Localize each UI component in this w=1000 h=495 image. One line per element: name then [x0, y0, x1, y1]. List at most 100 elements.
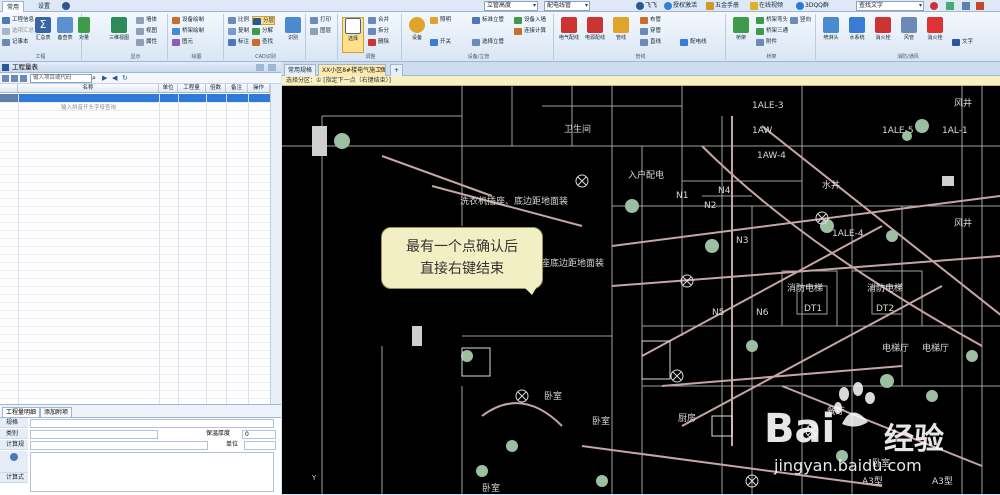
formula-field[interactable]	[30, 452, 274, 492]
table-row[interactable]	[0, 158, 270, 159]
table-row[interactable]	[0, 126, 270, 127]
arrow-right-icon[interactable]: ▶	[102, 74, 107, 82]
select-summary-button[interactable]: 选项汇总	[2, 27, 34, 36]
table-row[interactable]	[0, 150, 270, 151]
std-riser-button[interactable]: 标准立管	[472, 16, 504, 25]
panel-close-icon[interactable]	[268, 64, 276, 71]
col-quantity[interactable]: 工程量	[178, 84, 206, 93]
check-table-button[interactable]: 备查表	[54, 17, 76, 41]
table-row[interactable]	[0, 390, 270, 391]
table-row[interactable]	[0, 174, 270, 175]
print-button[interactable]: 打印	[310, 16, 331, 25]
table-row[interactable]	[0, 198, 270, 199]
table-row[interactable]	[0, 190, 270, 191]
table-row[interactable]	[0, 374, 270, 375]
table-row[interactable]	[0, 294, 270, 295]
accessory-button[interactable]: 附件	[756, 38, 777, 47]
table-row[interactable]	[0, 278, 270, 279]
sprinkler-button[interactable]: 喷淋头	[820, 17, 842, 41]
sort2-icon[interactable]	[11, 75, 18, 82]
copy-button[interactable]: 复制	[228, 27, 249, 36]
table-row[interactable]	[0, 382, 270, 383]
split-button[interactable]: 拆分	[368, 27, 389, 36]
height-combo[interactable]: 立管高度	[484, 1, 538, 11]
device-button[interactable]: 设备	[406, 17, 428, 41]
layer-button[interactable]: 图层	[310, 27, 331, 36]
select-button[interactable]: 选择	[342, 17, 364, 53]
tab-settings[interactable]: 设置	[34, 1, 54, 12]
power-wiring-button[interactable]: 电源配线	[584, 17, 606, 41]
explode-button[interactable]: 分解	[252, 27, 273, 36]
hardware-link[interactable]: 五金手册	[706, 1, 739, 11]
project-info-button[interactable]: 工程信息	[2, 16, 34, 25]
tab-add-item[interactable]: 添加附项	[40, 407, 73, 417]
hydrant-button[interactable]: 消火栓	[872, 17, 894, 41]
tray-draw-button[interactable]: 桥架绘制	[172, 27, 204, 36]
table-row[interactable]	[0, 398, 270, 399]
table-row[interactable]	[0, 342, 270, 343]
vertical-button[interactable]: 竖向	[790, 16, 811, 25]
table-row[interactable]	[0, 358, 270, 359]
summary-table-button[interactable]: Σ 汇总表	[32, 17, 54, 41]
straight-line-button[interactable]: 直线	[640, 38, 661, 47]
recognize-button[interactable]: 识别	[282, 17, 304, 41]
category-select[interactable]	[30, 430, 158, 439]
tab-drawing-file[interactable]: XX小区8#楼电气施工图	[318, 64, 386, 76]
user-link[interactable]: 飞飞	[636, 1, 657, 11]
arrow-left-icon[interactable]: ◀	[112, 74, 117, 82]
table-row[interactable]	[0, 318, 270, 319]
table-row[interactable]	[0, 118, 270, 119]
duct-button[interactable]: 风管	[898, 17, 920, 41]
pin-icon[interactable]	[256, 64, 264, 71]
selected-row[interactable]	[18, 94, 270, 102]
3d-view-button[interactable]: 三维视图	[108, 17, 130, 41]
table-row[interactable]	[0, 230, 270, 231]
minimize-icon[interactable]	[962, 2, 970, 10]
table-row[interactable]	[0, 262, 270, 263]
tray-tee-button[interactable]: 桥架三通	[756, 27, 788, 36]
spec-field[interactable]	[30, 419, 274, 428]
table-row[interactable]	[0, 246, 270, 247]
delete-button[interactable]: 删除	[368, 38, 389, 47]
tab-common[interactable]: 常用	[2, 1, 25, 12]
table-row[interactable]	[0, 166, 270, 167]
rule-field[interactable]	[30, 441, 208, 450]
col-note[interactable]: 备注	[226, 84, 248, 93]
view-button[interactable]: 视图	[136, 27, 157, 36]
table-scrollbar[interactable]	[270, 84, 281, 409]
unit-select[interactable]	[244, 441, 276, 450]
insulation-field[interactable]: 0	[242, 430, 276, 439]
table-row[interactable]	[0, 310, 270, 311]
table-row[interactable]	[0, 350, 270, 351]
search-icon[interactable]: ⌕	[92, 74, 96, 83]
col-action[interactable]: 操作	[248, 84, 270, 93]
table-row[interactable]	[0, 206, 270, 207]
find-button[interactable]: 查找	[252, 38, 273, 47]
switch-button[interactable]: 开关	[430, 38, 451, 47]
table-row[interactable]	[0, 134, 270, 135]
pipeline-button[interactable]: 管线	[610, 17, 632, 41]
device-wall-button[interactable]: 设备入墙	[514, 16, 546, 25]
qq-link[interactable]: 3DQQ群	[796, 1, 829, 11]
tray-elbow-button[interactable]: 桥架弯头	[756, 16, 788, 25]
table-row[interactable]	[0, 366, 270, 367]
panel-search-input[interactable]: 输入项目或代码	[30, 74, 92, 83]
table-row[interactable]	[0, 286, 270, 287]
merge-button[interactable]: 合并	[368, 16, 389, 25]
dist-line-button[interactable]: 配电线	[680, 38, 707, 47]
help-icon[interactable]	[62, 2, 70, 10]
tab-quantity-detail[interactable]: 工程量明细	[2, 407, 41, 417]
lighting-button[interactable]: 照明	[430, 16, 451, 25]
table-row[interactable]	[0, 222, 270, 223]
layer-split-button[interactable]: 分层	[252, 16, 276, 25]
col-multiple[interactable]: 倍数	[206, 84, 226, 93]
lay-pipe-button[interactable]: 布管	[640, 16, 661, 25]
table-row[interactable]	[0, 270, 270, 271]
table-row[interactable]	[0, 302, 270, 303]
sort-icon[interactable]	[2, 75, 9, 82]
table-row[interactable]	[0, 214, 270, 215]
tab-common-spec[interactable]: 常用规格	[284, 64, 317, 76]
table-row[interactable]	[0, 102, 270, 103]
element-button[interactable]: 图元	[172, 38, 193, 47]
table-row[interactable]	[0, 182, 270, 183]
